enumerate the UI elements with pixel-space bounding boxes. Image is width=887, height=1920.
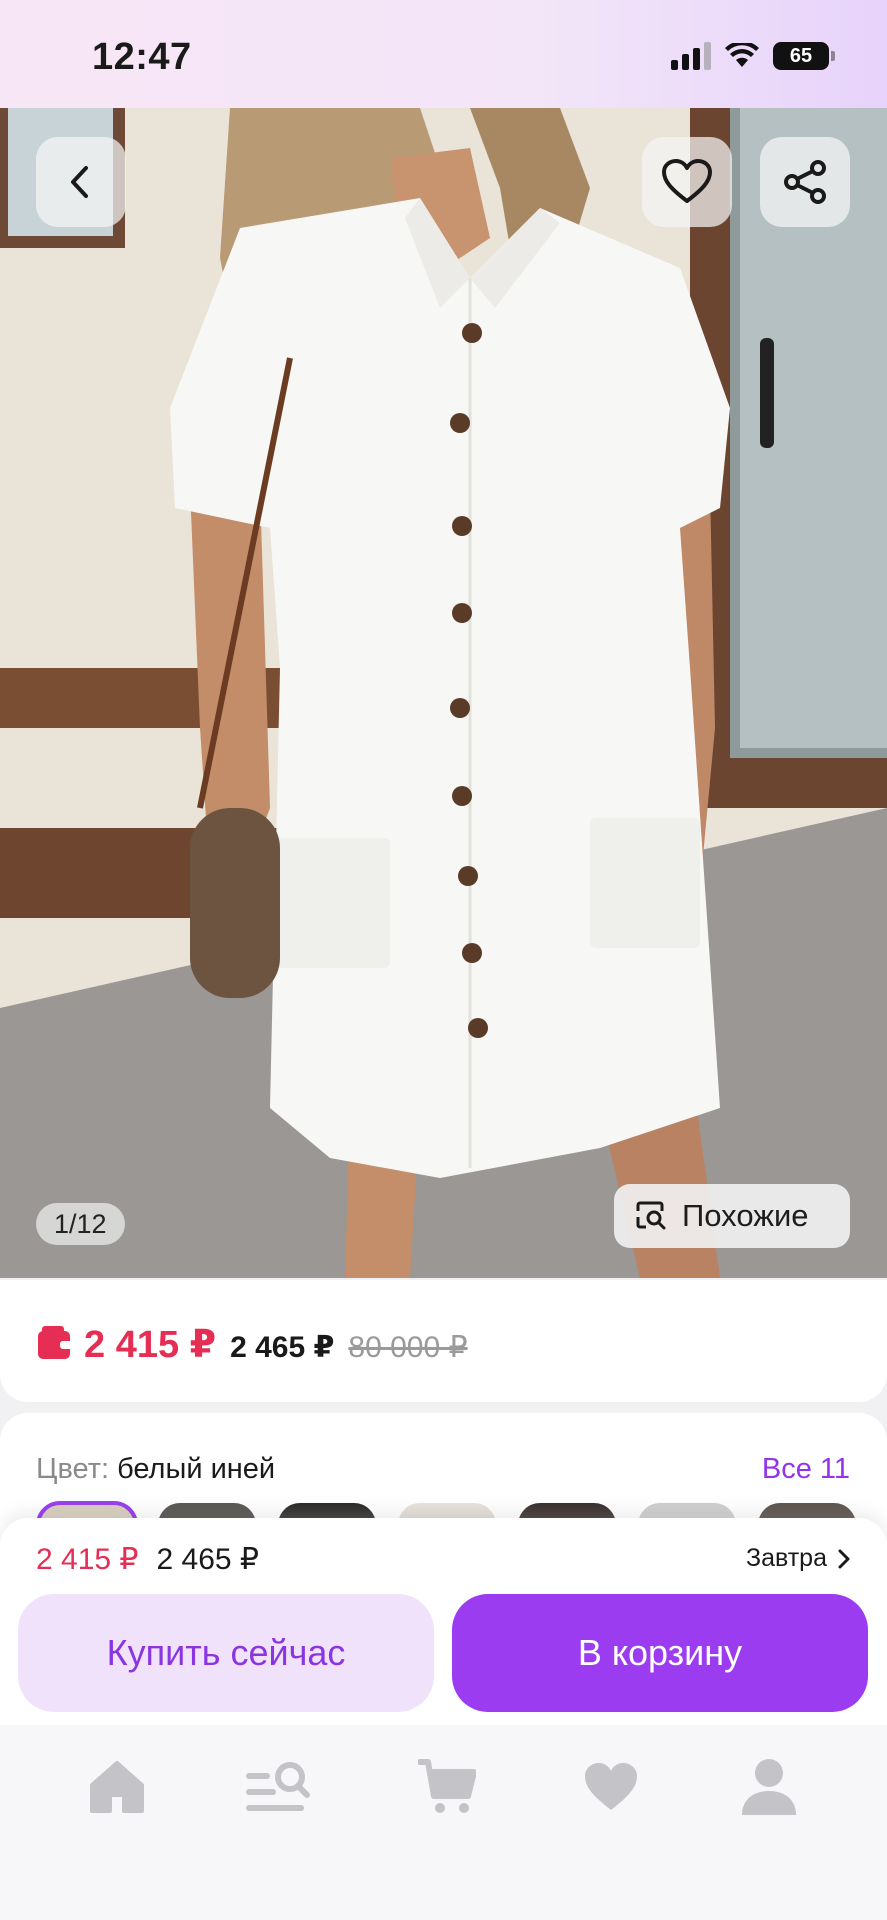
tab-profile[interactable] [729, 1752, 809, 1822]
tab-catalog[interactable] [237, 1752, 317, 1822]
image-search-icon [636, 1201, 666, 1230]
status-icons: 65 [671, 42, 835, 70]
color-label-value: белый иней [117, 1453, 276, 1485]
status-time: 12:47 [92, 36, 192, 78]
heart-outline-icon [662, 159, 712, 203]
delivery-link[interactable]: Завтра [746, 1544, 851, 1573]
tab-cart[interactable] [407, 1752, 487, 1822]
favorite-button[interactable] [642, 137, 732, 227]
color-label: Цвет: белый иней [36, 1453, 275, 1486]
color-label-key: Цвет: [36, 1453, 110, 1485]
all-colors-link[interactable]: Все 11 [762, 1453, 850, 1486]
share-icon [784, 160, 826, 204]
wallet-price: 2 415 ₽ [84, 1324, 217, 1366]
wallet-icon [38, 1326, 70, 1359]
chevron-right-icon [838, 1549, 850, 1568]
old-price: 80 000 ₽ [348, 1331, 468, 1364]
share-button[interactable] [760, 137, 850, 227]
similar-products-button[interactable]: Похожие [614, 1184, 850, 1248]
buy-bar-wallet-price: 2 415 ₽ [36, 1543, 139, 1576]
back-button[interactable] [36, 137, 126, 227]
chevron-left-icon [71, 166, 88, 198]
home-icon [90, 1761, 144, 1813]
catalog-search-icon [246, 1762, 310, 1811]
wifi-icon [725, 43, 759, 67]
similar-label: Похожие [682, 1198, 809, 1233]
heart-icon [585, 1763, 637, 1810]
buy-bar-regular-price: 2 465 ₽ [156, 1543, 260, 1576]
battery-icon: 65 [773, 42, 835, 70]
buy-bar-prices: 2 415 ₽ 2 465 ₽ [36, 1542, 259, 1577]
tab-home[interactable] [77, 1752, 157, 1822]
delivery-label: Завтра [746, 1544, 827, 1572]
tab-favorites[interactable] [571, 1752, 651, 1822]
product-photo[interactable] [0, 108, 887, 1278]
price-row: 2 415 ₽ 2 465 ₽ 80 000 ₽ [38, 1322, 468, 1367]
profile-icon [742, 1759, 796, 1815]
cart-icon [418, 1759, 476, 1813]
buy-now-button[interactable]: Купить сейчас [18, 1594, 434, 1712]
regular-price: 2 465 ₽ [230, 1331, 335, 1364]
add-to-cart-button[interactable]: В корзину [452, 1594, 868, 1712]
image-counter: 1/12 [36, 1203, 125, 1245]
status-bar: 12:47 65 [0, 0, 887, 108]
cellular-signal-icon [671, 42, 711, 70]
